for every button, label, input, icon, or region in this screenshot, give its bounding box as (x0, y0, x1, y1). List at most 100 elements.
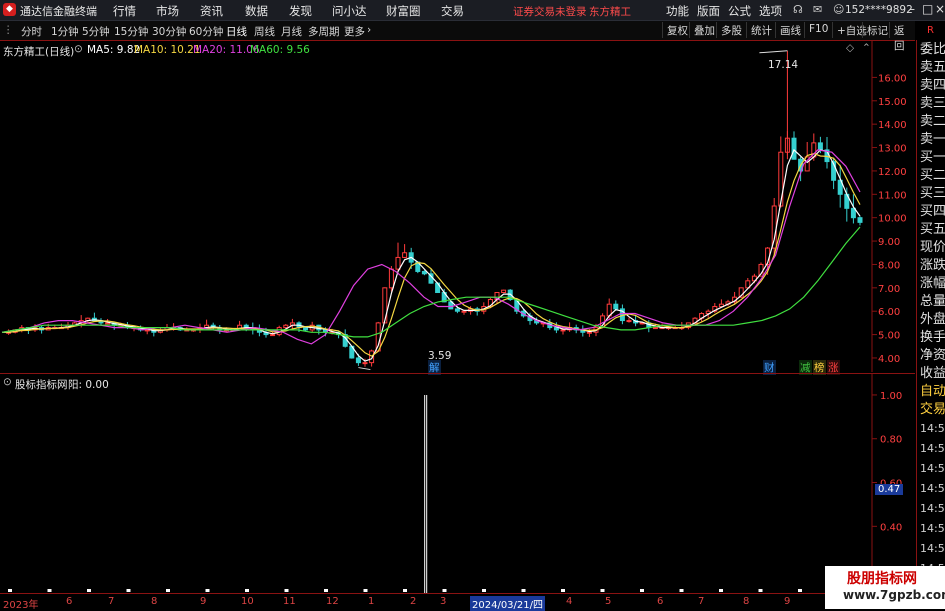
side-panel-item[interactable]: 收益 (920, 365, 945, 383)
side-panel-item[interactable]: 涨跌 (920, 257, 945, 275)
candle-body (560, 329, 566, 332)
btn-huaxian[interactable]: 画线 (775, 22, 805, 38)
app-title: 通达信金融终端 (20, 5, 97, 18)
indicator-baseline-mark (8, 589, 12, 592)
candle-body (586, 331, 592, 334)
menu-gongshi[interactable]: 公式 (728, 3, 751, 19)
indicator-subchart[interactable]: 1.000.800.600.400.20 ⊙ 股标指标网 阳: 0.00 0.4… (0, 373, 915, 594)
menu-caifuquan[interactable]: 财富圈 (386, 3, 421, 19)
period-fenshi[interactable]: 分时 (21, 24, 42, 39)
menu-wenxiaoda[interactable]: 问小达 (332, 3, 367, 19)
period-daily[interactable]: 日线 (226, 24, 247, 39)
btn-duogu[interactable]: 多股 (716, 22, 746, 38)
trade-time: 14:56 (920, 522, 945, 535)
side-panel-item[interactable]: 外盘 (920, 311, 945, 329)
btn-fanhui[interactable]: 返回 (889, 22, 915, 52)
period-monthly[interactable]: 月线 (281, 24, 302, 39)
btn-tongji[interactable]: 统计 (746, 22, 776, 38)
menu-gongneng[interactable]: 功能 (666, 3, 689, 19)
diamond-icon[interactable]: ◇ (846, 42, 854, 54)
menu-xuanxiang[interactable]: 选项 (759, 3, 782, 19)
period-5min[interactable]: 5分钟 (82, 24, 110, 39)
side-panel-item[interactable]: 买三 (920, 185, 945, 203)
toolbar-grip-icon: ⋮ (3, 24, 14, 36)
side-panel-item[interactable]: 卖一 (920, 131, 945, 149)
menu-shuju[interactable]: 数据 (245, 3, 268, 19)
quote-side-panel: 委比 卖五 卖四 卖三 卖二 卖一 买一 买二 买三 买四 买五 现价 涨跌 涨幅 总量 外盘 换手 净资 收益 自动… (916, 40, 945, 609)
period-15min[interactable]: 15分钟 (114, 24, 148, 39)
btn-fuquan[interactable]: 复权 (662, 22, 692, 38)
side-panel-item[interactable]: 委比 (920, 41, 945, 59)
period-30min[interactable]: 30分钟 (152, 24, 186, 39)
side-panel-item[interactable]: 净资 (920, 347, 945, 365)
indicator-baseline-mark (363, 589, 368, 592)
side-panel-item[interactable]: 自动 (920, 383, 945, 401)
side-panel-item[interactable]: 总量 (920, 293, 945, 311)
app-logo-icon: ◆ (3, 3, 16, 16)
side-panel-item[interactable]: 卖三 (920, 95, 945, 113)
period-1min[interactable]: 1分钟 (51, 24, 79, 39)
menu-zixun[interactable]: 资讯 (200, 3, 223, 19)
indicator-baseline-mark (561, 589, 565, 592)
side-panel-item[interactable]: 卖四 (920, 77, 945, 95)
side-panel-item[interactable]: 现价 (920, 239, 945, 257)
main-kline-chart[interactable]: 16.00 15.00 14.00 13.00 12.00 11.00 10.00 9.00 8… (0, 40, 915, 375)
more-chevron-icon[interactable]: › (367, 24, 371, 36)
ma5-line (2, 148, 861, 362)
indicator-baseline-mark (403, 589, 407, 592)
maximize-icon[interactable]: □ (922, 2, 933, 16)
menu-hangqing[interactable]: 行情 (113, 3, 136, 19)
period-weekly[interactable]: 周线 (254, 24, 275, 39)
side-panel-item[interactable]: 买五 (920, 221, 945, 239)
side-panel-item[interactable]: 买二 (920, 167, 945, 185)
period-60min[interactable]: 60分钟 (189, 24, 223, 39)
menu-jiaoyi[interactable]: 交易 (441, 3, 464, 19)
chat-icon[interactable]: ✉ (813, 3, 822, 16)
trade-time: 14:56 (920, 542, 945, 555)
indicator-baseline-mark (47, 589, 52, 592)
account-id[interactable]: 152****9892 (845, 4, 913, 16)
candle-body (144, 329, 150, 332)
btn-f10[interactable]: F10 (804, 22, 832, 38)
candle-body (817, 142, 823, 151)
trade-login-notice[interactable]: 证券交易未登录 (513, 4, 587, 19)
candle-body (791, 137, 797, 160)
minimize-icon[interactable]: – (909, 2, 915, 16)
headset-icon[interactable]: ☊ (793, 3, 803, 16)
candle-body (652, 327, 658, 330)
side-panel-item[interactable]: 交易 (920, 401, 945, 419)
collapse-up-icon[interactable]: ⌃ (862, 42, 871, 54)
date-label: 7 (698, 596, 705, 607)
side-panel-item[interactable]: 买四 (920, 203, 945, 221)
side-panel-item[interactable]: 涨幅 (920, 275, 945, 293)
side-panel-item[interactable]: 卖二 (920, 113, 945, 131)
side-panel-item[interactable]: 卖五 (920, 59, 945, 77)
ma5-label: MA5: 9.82 (87, 44, 141, 56)
candle-body (388, 268, 394, 289)
indicator-baseline-mark (798, 589, 802, 592)
close-icon[interactable]: × (935, 2, 945, 16)
btn-biaoji[interactable]: 标记 (862, 22, 892, 38)
indicator-tick-label: 0.40 (880, 522, 902, 533)
indicator-baseline-mark (600, 589, 605, 592)
menu-faxian[interactable]: 发现 (289, 3, 312, 19)
right-corner-r[interactable]: R (916, 21, 945, 40)
indicator-baseline-mark (442, 589, 447, 592)
date-label: 6 (657, 596, 664, 607)
side-panel-item[interactable]: 换手 (920, 329, 945, 347)
period-multi[interactable]: 多周期 (308, 24, 340, 39)
indicator-baseline-mark (205, 589, 210, 592)
side-panel-item[interactable]: 买一 (920, 149, 945, 167)
user-icon[interactable]: ☺ (833, 3, 844, 16)
indicator-toggle-icon[interactable]: ⊙ (3, 376, 12, 388)
candle-body (771, 205, 777, 249)
btn-diejia[interactable]: 叠加 (689, 22, 719, 38)
low-pointer-line (358, 367, 371, 371)
indicator-baseline-mark (87, 589, 91, 592)
menu-banmian[interactable]: 版面 (697, 3, 720, 19)
menu-shichang[interactable]: 市场 (156, 3, 179, 19)
period-more[interactable]: 更多 (344, 24, 365, 39)
indicator-name[interactable]: 股标指标网 (15, 377, 68, 392)
ma-toggle-icon[interactable]: ⊙ (74, 43, 83, 55)
notice-stock-name: 东方精工 (589, 6, 631, 18)
